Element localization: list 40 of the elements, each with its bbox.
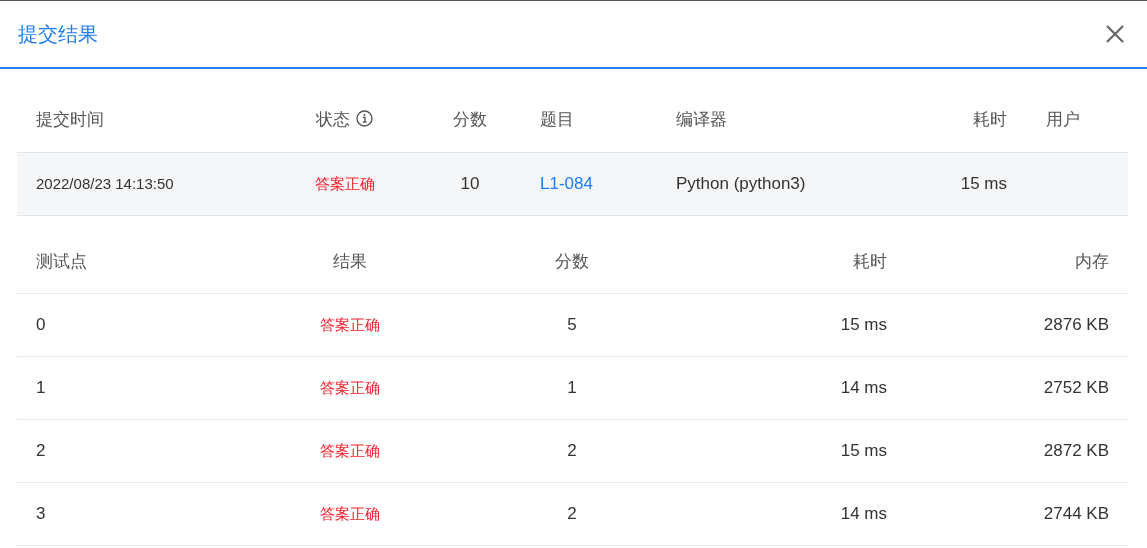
elapsed-time: 14 ms: [840, 504, 887, 524]
testcase-id: 2: [36, 441, 46, 461]
memory-usage: 2752 KB: [1043, 378, 1109, 398]
column-header: 提交时间: [36, 110, 104, 129]
score-text: 2: [567, 441, 577, 461]
status-text: 答案正确: [314, 174, 375, 192]
column-header: 题目: [540, 110, 574, 129]
result-text: 答案正确: [320, 442, 380, 460]
score-text: 1: [567, 378, 577, 398]
submit-time: 2022/08/23 14:13:50: [36, 174, 174, 192]
score-text: 2: [567, 504, 577, 524]
column-header: 耗时: [973, 110, 1007, 129]
elapsed-time: 15 ms: [840, 441, 887, 461]
column-header: 结果: [333, 251, 367, 271]
problem-link[interactable]: L1-084: [540, 173, 593, 193]
result-text: 答案正确: [320, 316, 380, 334]
column-header: 编译器: [676, 110, 727, 129]
testcase-id: 3: [36, 504, 46, 524]
result-text: 答案正确: [320, 505, 380, 523]
info-icon[interactable]: [356, 110, 373, 127]
column-header: 用户: [1046, 110, 1080, 129]
compiler-text: Python (python3): [676, 173, 806, 193]
score-text: 5: [567, 315, 577, 335]
column-header: 分数: [555, 251, 589, 271]
memory-usage: 2876 KB: [1043, 315, 1109, 335]
column-header: 耗时: [853, 251, 887, 271]
dialog-title: 提交结果: [18, 22, 98, 47]
testcase-id: 0: [36, 315, 46, 335]
elapsed-time: 14 ms: [840, 378, 887, 398]
elapsed-time: 15 ms: [840, 315, 887, 335]
memory-usage: 2744 KB: [1043, 504, 1109, 524]
result-text: 答案正确: [320, 379, 380, 397]
column-header: 测试点: [36, 251, 87, 271]
elapsed-time: 15 ms: [960, 173, 1007, 193]
column-header: 分数: [453, 110, 487, 129]
column-header: 内存: [1075, 251, 1109, 271]
score-text: 10: [460, 173, 480, 193]
memory-usage: 2872 KB: [1043, 441, 1109, 461]
column-header: 状态: [316, 110, 350, 129]
testcase-id: 1: [36, 378, 46, 398]
